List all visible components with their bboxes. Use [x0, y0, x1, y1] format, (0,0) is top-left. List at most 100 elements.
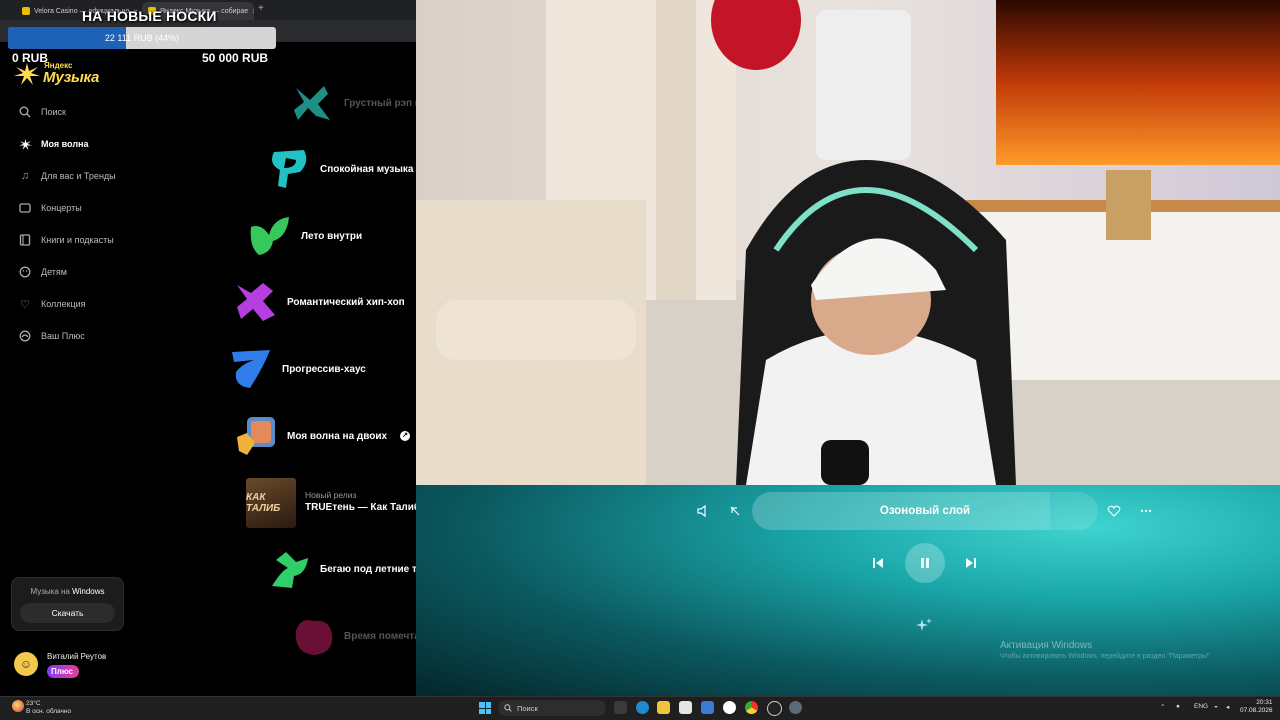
- sidebar-item-my-wave[interactable]: Моя волна: [18, 134, 88, 154]
- sidebar-item-search[interactable]: Поиск: [18, 102, 66, 122]
- mail-icon[interactable]: [701, 701, 714, 714]
- windows-app-promo: Музыка на Windows Скачать: [11, 577, 124, 631]
- search-icon: [504, 704, 512, 712]
- edge-browser-icon[interactable]: [636, 701, 649, 714]
- search-icon: [18, 105, 32, 119]
- speaker-icon[interactable]: ◂: [1226, 703, 1229, 711]
- wave-cover-icon: [237, 417, 275, 455]
- tab-favicon-icon: [22, 7, 30, 15]
- wave-item-label: Лето внутри: [301, 230, 363, 242]
- sidebar-item-concerts[interactable]: Концерты: [18, 198, 82, 218]
- wave-item-running-summer[interactable]: Бегаю под летние треки: [266, 544, 440, 594]
- book-icon: [18, 233, 32, 247]
- sidebar-item-label: Для вас и Тренды: [41, 171, 116, 181]
- wave-item-romantic-hiphop[interactable]: Романтический хип-хоп: [233, 277, 405, 327]
- donation-goal-title: НА НОВЫЕ НОСКИ: [82, 8, 217, 24]
- dislike-icon[interactable]: [724, 500, 746, 522]
- wave-item-progressive-house[interactable]: Прогрессив-хаус: [228, 344, 366, 394]
- together-info-icon[interactable]: ↗: [400, 431, 411, 441]
- avatar[interactable]: ☺: [14, 652, 38, 676]
- wave-cover-icon: [272, 552, 308, 588]
- wave-cover-icon: [295, 620, 333, 655]
- taskbar-clock[interactable]: 20:31 07.08.2026: [1240, 699, 1273, 715]
- wave-item-calm-music[interactable]: Спокойная музыка и: [266, 144, 422, 194]
- sidebar-item-label: Детям: [41, 267, 67, 277]
- sidebar-item-label: Моя волна: [41, 139, 89, 149]
- taskbar-search[interactable]: Поиск: [498, 700, 606, 716]
- wave-cover-icon: [272, 150, 307, 188]
- track-bar[interactable]: Озоновый слой: [752, 492, 1098, 530]
- wave-item-sad-rap[interactable]: Грустный рэп и: [290, 78, 421, 128]
- donation-goal-bar: 22 111 RUB (44%): [8, 27, 276, 49]
- release-cover[interactable]: КАК ТАЛИБ: [246, 478, 296, 528]
- webcam-scene-image: [416, 0, 1280, 485]
- windows-activation-subtitle: Чтобы активировать Windows, перейдите в …: [1000, 653, 1212, 660]
- donation-goal-max: 50 000 RUB: [202, 51, 269, 65]
- previous-track-icon[interactable]: [867, 552, 889, 574]
- wave-cover-icon: [294, 86, 330, 120]
- sidebar-item-label: Коллекция: [41, 299, 86, 309]
- donation-goal-progress-text: 22 111 RUB (44%): [104, 33, 180, 43]
- wave-settings-sparkle-icon[interactable]: [913, 614, 935, 636]
- weather-widget[interactable]: 23°C В осн. облачно: [26, 700, 71, 716]
- sidebar-item-kids[interactable]: Детям: [18, 262, 67, 282]
- pause-button[interactable]: [905, 543, 945, 583]
- microphone-icon[interactable]: ●: [1176, 703, 1180, 710]
- wave-item-label: Спокойная музыка и: [320, 163, 423, 175]
- kids-icon: [18, 265, 32, 279]
- sidebar-item-collection[interactable]: ♡ Коллекция: [18, 294, 86, 314]
- webcam-feed: [416, 0, 1280, 485]
- sidebar-item-label: Концерты: [41, 203, 82, 213]
- tab-close-icon[interactable]: ×: [252, 7, 254, 16]
- like-heart-icon[interactable]: [1103, 500, 1125, 522]
- track-title[interactable]: Озоновый слой: [752, 492, 1098, 530]
- yandex-music-logo-icon[interactable]: [14, 63, 40, 85]
- tray-chevron-icon[interactable]: ⌃: [1160, 703, 1165, 711]
- plus-badge[interactable]: Плюс: [47, 665, 80, 678]
- wave-item-label: Прогрессив-хаус: [282, 363, 366, 375]
- task-view-icon[interactable]: [614, 701, 627, 714]
- pause-icon: [921, 558, 929, 568]
- ticket-icon: [18, 201, 32, 215]
- plus-icon: [18, 329, 32, 343]
- sidebar-item-for-you[interactable]: ♫ Для вас и Тренды: [18, 166, 116, 186]
- start-button[interactable]: [479, 702, 491, 714]
- file-explorer-icon[interactable]: [657, 701, 670, 714]
- sidebar-item-label: Ваш Плюс: [41, 331, 85, 341]
- wave-cover-icon: [237, 283, 275, 321]
- chrome-icon[interactable]: [745, 701, 758, 714]
- plus-badge-label: Плюс: [51, 667, 74, 676]
- network-icon[interactable]: ◒: [1214, 703, 1218, 710]
- wave-item-label: Романтический хип-хоп: [287, 296, 405, 308]
- sidebar-item-label: Книги и подкасты: [41, 235, 114, 245]
- next-track-icon[interactable]: [960, 552, 982, 574]
- wave-item-label: Моя волна на двоих: [287, 430, 388, 442]
- yandex-browser-icon[interactable]: [723, 701, 736, 714]
- volume-icon[interactable]: [692, 500, 714, 522]
- obs-icon[interactable]: [767, 701, 782, 716]
- logo-music-text: Музыка: [43, 69, 99, 86]
- sidebar-item-books-podcasts[interactable]: Книги и подкасты: [18, 230, 114, 250]
- sidebar-item-your-plus[interactable]: Ваш Плюс: [18, 326, 85, 346]
- music-note-icon: ♫: [20, 170, 30, 182]
- wave-cover-icon: [232, 350, 270, 388]
- download-button[interactable]: Скачать: [20, 603, 115, 623]
- store-icon[interactable]: [679, 701, 692, 714]
- weather-icon[interactable]: [12, 700, 24, 712]
- new-release-label: Новый релиз: [305, 490, 357, 500]
- user-name[interactable]: Виталий Реутов: [47, 652, 106, 661]
- promo-text: Музыка на Windows: [30, 587, 105, 596]
- taskbar-search-placeholder: Поиск: [517, 703, 538, 713]
- settings-gear-icon[interactable]: [789, 701, 802, 714]
- wave-item-my-wave-together[interactable]: Моя волна на двоих ↗: [233, 411, 411, 461]
- sidebar-item-label: Поиск: [41, 107, 66, 117]
- wave-item-summer-inside[interactable]: Лето внутри: [247, 211, 362, 261]
- more-options-icon[interactable]: [1135, 500, 1157, 522]
- wave-item-dream-time[interactable]: Время помечтать: [290, 611, 431, 661]
- new-tab-button[interactable]: +: [258, 3, 264, 14]
- wave-star-icon: [18, 137, 32, 151]
- wave-cover-icon: [250, 217, 289, 255]
- language-indicator[interactable]: ENG: [1194, 703, 1208, 710]
- windows-activation-title: Активация Windows: [1000, 640, 1093, 651]
- wave-item-label: Грустный рэп и: [344, 97, 422, 109]
